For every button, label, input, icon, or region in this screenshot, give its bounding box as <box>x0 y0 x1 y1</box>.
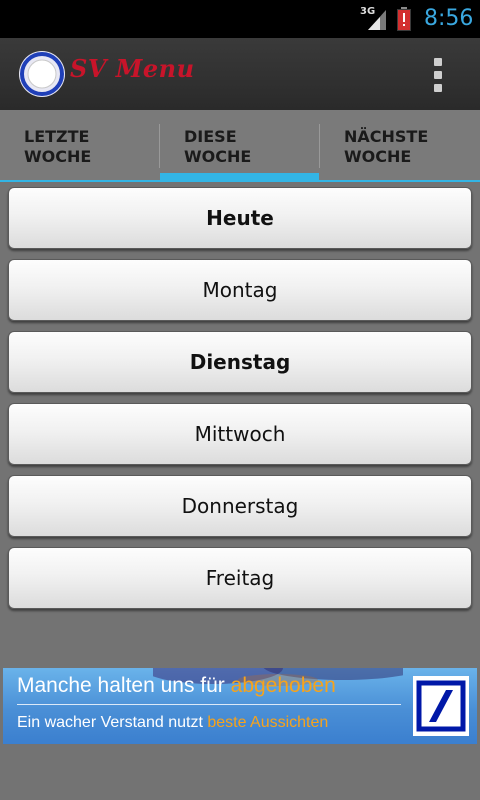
app-title: SV Menu <box>70 54 195 83</box>
action-bar: SV Menu <box>0 38 480 111</box>
ad-subline-highlight: beste Aussichten <box>207 714 329 731</box>
tab-label-line2: WOCHE <box>184 147 252 166</box>
overflow-menu-icon[interactable] <box>424 56 452 94</box>
ad-banner[interactable]: Manche halten uns für abgehoben Ein wach… <box>3 668 477 744</box>
week-tab-bar: LETZTE WOCHE DIESE WOCHE NÄCHSTE WOCHE <box>0 110 480 182</box>
selected-tab-indicator <box>160 173 319 180</box>
day-button-heute[interactable]: Heute <box>8 187 472 249</box>
status-bar: 3G 8:56 <box>0 0 480 38</box>
tab-label-line2: WOCHE <box>344 147 412 166</box>
tab-label-line2: WOCHE <box>24 147 92 166</box>
ad-headline: Manche halten uns für abgehoben <box>17 674 336 698</box>
circle-logo-icon[interactable] <box>18 50 66 98</box>
tab-label-line1: NÄCHSTE <box>344 127 429 146</box>
tab-label-line1: LETZTE <box>24 127 90 146</box>
day-label: Dienstag <box>189 350 291 374</box>
ad-headline-highlight: abgehoben <box>230 674 336 697</box>
tab-label-line1: DIESE <box>184 127 237 146</box>
day-label: Freitag <box>205 566 275 590</box>
tab-next-week[interactable]: NÄCHSTE WOCHE <box>320 110 480 180</box>
day-button-freitag[interactable]: Freitag <box>8 547 472 609</box>
ad-divider <box>17 704 401 705</box>
tab-this-week[interactable]: DIESE WOCHE <box>160 110 320 180</box>
day-label: Heute <box>206 206 274 230</box>
day-label: Donnerstag <box>181 494 299 518</box>
ad-subline: Ein wacher Verstand nutzt beste Aussicht… <box>17 714 328 732</box>
ad-subline-text: Ein wacher Verstand nutzt <box>17 714 208 731</box>
day-button-donnerstag[interactable]: Donnerstag <box>8 475 472 537</box>
tab-last-week[interactable]: LETZTE WOCHE <box>0 110 160 180</box>
ad-headline-text: Manche halten uns für <box>17 674 231 697</box>
day-label: Mittwoch <box>194 422 286 446</box>
clock: 8:56 <box>424 6 474 31</box>
day-button-dienstag[interactable]: Dienstag <box>8 331 472 393</box>
day-button-montag[interactable]: Montag <box>8 259 472 321</box>
bank-slash-logo-icon <box>413 676 469 736</box>
day-label: Montag <box>202 278 278 302</box>
day-button-mittwoch[interactable]: Mittwoch <box>8 403 472 465</box>
signal-icon <box>368 10 386 30</box>
battery-alert-icon <box>397 7 411 31</box>
